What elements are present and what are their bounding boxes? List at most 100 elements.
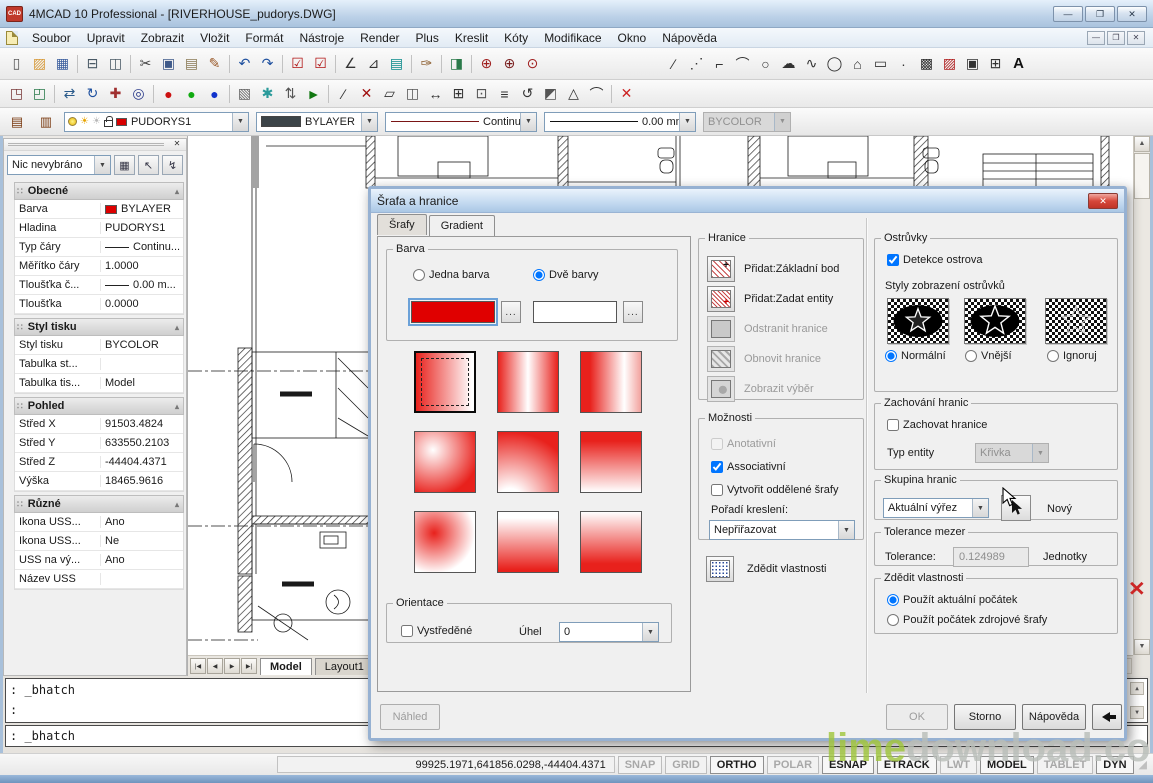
collapse-dialog-button[interactable] [1092, 704, 1122, 730]
prop-typ-cary[interactable]: Typ čáry Continu... [15, 238, 183, 257]
island-style-ignore-button[interactable] [1045, 298, 1107, 344]
boundary-action-button[interactable] [707, 346, 735, 372]
island-style-outer-button[interactable] [964, 298, 1026, 344]
collapse-icon[interactable]: ▴ [175, 187, 179, 196]
save-icon[interactable]: ▦ [51, 53, 74, 75]
palette-grip[interactable]: ✕ [4, 139, 186, 151]
menu-item[interactable]: Zobrazit [133, 29, 192, 47]
prop-barva[interactable]: Barva BYLAYER [15, 200, 183, 219]
scroll-down-icon[interactable]: ▼ [1130, 706, 1144, 719]
boundary-set-dropdown[interactable]: Aktuální výřez ▼ [883, 498, 989, 518]
move-icon[interactable]: ✚ [104, 83, 127, 105]
toggle-dyn[interactable]: DYN [1096, 756, 1133, 774]
angle-dropdown[interactable]: 0 ▼ [559, 622, 659, 642]
lights-icon[interactable]: ✱ [256, 83, 279, 105]
property-value[interactable]: Continu... [101, 241, 183, 253]
toolbar-icon[interactable] [438, 53, 445, 75]
layer-previous-icon[interactable]: ◳ [5, 83, 28, 105]
gradient-icon[interactable]: ▨ [938, 53, 961, 75]
linetype-dropdown[interactable]: Continuous ▼ [385, 112, 537, 132]
property-value[interactable]: BYLAYER [101, 203, 183, 215]
property-value[interactable]: Model [101, 377, 183, 389]
make-object-layer-icon[interactable]: ⇄ [58, 83, 81, 105]
mirror-icon[interactable]: ◫ [401, 83, 424, 105]
color-dropdown[interactable]: BYLAYER ▼ [256, 112, 378, 132]
prop-stred-z[interactable]: Střed Z -44404.4371 [15, 453, 183, 472]
arc-edit-icon[interactable]: ⌒ [585, 83, 608, 105]
prop-vyska[interactable]: Výška 18465.9616 [15, 472, 183, 491]
separate-hatches-checkbox[interactable]: Vytvořit oddělené šrafy [711, 484, 838, 496]
use-source-origin-radio[interactable]: Použít počátek zdrojové šrafy [887, 614, 1047, 626]
print-icon[interactable]: ⊟ [81, 53, 104, 75]
prop-ikona-uss-1[interactable]: Ikona USS... Ano [15, 513, 183, 532]
explode-icon[interactable]: ✕ [355, 83, 378, 105]
dwg-convert-icon[interactable]: ▤ [385, 53, 408, 75]
toggle-model[interactable]: MODEL [980, 756, 1034, 774]
gradient-invcylinder[interactable] [580, 351, 642, 413]
prop-stred-y[interactable]: Střed Y 633550.2103 [15, 434, 183, 453]
document-icon[interactable] [6, 31, 18, 45]
rotate-icon[interactable]: ◎ [127, 83, 150, 105]
collapse-icon[interactable]: ▴ [175, 323, 179, 332]
inherit-properties-button[interactable] [706, 556, 734, 582]
scroll-up-icon[interactable]: ▲ [1134, 136, 1150, 152]
one-color-radio[interactable]: Jedna barva [413, 269, 490, 281]
property-value[interactable]: -44404.4371 [101, 456, 183, 468]
vertical-scroll-thumb[interactable] [1134, 153, 1150, 199]
copy-icon[interactable]: ▣ [157, 53, 180, 75]
inherit-properties[interactable]: Zdědit vlastnosti [706, 556, 826, 582]
property-value[interactable]: Ano [101, 516, 183, 528]
trim-icon[interactable]: ≡ [493, 83, 516, 105]
section-header-obecne[interactable]: ∷ Obecné ▴ [14, 182, 184, 200]
chevron-down-icon[interactable]: ▼ [838, 521, 854, 539]
first-tab-button[interactable]: |◀ [190, 658, 206, 674]
color2-browse-button[interactable]: ... [623, 301, 643, 323]
materials-icon[interactable]: ⇅ [279, 83, 302, 105]
batch-standards-icon[interactable]: ☑ [309, 53, 332, 75]
offset-icon[interactable]: ▱ [378, 83, 401, 105]
command-scrollbar[interactable]: ▲ ▼ [1130, 682, 1144, 719]
toggle-etrack[interactable]: ETRACK [877, 756, 937, 774]
add-pick-point-button[interactable]: Přidat:Základní bod [707, 254, 857, 284]
gradient-invhemispherical[interactable] [497, 511, 559, 573]
prop-stred-x[interactable]: Střed X 91503.4824 [15, 415, 183, 434]
menu-item[interactable]: Plus [407, 29, 446, 47]
section-header-pohled[interactable]: ∷ Pohled ▴ [14, 397, 184, 415]
prop-meritko-cary[interactable]: Měřítko čáry 1.0000 [15, 257, 183, 276]
property-value[interactable]: Ano [101, 554, 183, 566]
menu-item[interactable]: Soubor [24, 29, 79, 47]
boundary-action-button[interactable] [707, 316, 735, 342]
menu-item[interactable]: Nástroje [291, 29, 352, 47]
dialog-title-bar[interactable]: Šrafa a hranice ✕ [371, 189, 1124, 213]
cut-icon[interactable]: ✂ [134, 53, 157, 75]
prop-nazev-uss[interactable]: Název USS [15, 570, 183, 589]
spline-icon[interactable]: ∿ [800, 53, 823, 75]
tab-gradient[interactable]: Gradient [429, 215, 495, 236]
undo-icon[interactable]: ↶ [233, 53, 256, 75]
add-select-entities-button[interactable]: Přidat:Zadat entity [707, 284, 857, 314]
prop-hladina[interactable]: Hladina PUDORYS1 [15, 219, 183, 238]
view-selection-button[interactable]: Zobrazit výběr [707, 374, 857, 404]
mdi-restore-button[interactable]: ❐ [1107, 31, 1125, 45]
restore-button[interactable]: ❐ [1085, 6, 1115, 22]
menu-item[interactable]: Okno [610, 29, 655, 47]
island-normal-radio[interactable]: Normální [885, 350, 946, 362]
circle-icon[interactable]: ○ [754, 53, 777, 75]
tab-layout1[interactable]: Layout1 [315, 658, 374, 675]
draw-order-dropdown[interactable]: Nepřiřazovat ▼ [709, 520, 855, 540]
polygon-icon[interactable]: ⌂ [846, 53, 869, 75]
palette-close-icon[interactable]: ✕ [170, 139, 184, 150]
island-detection-checkbox[interactable]: Detekce ostrova [887, 254, 982, 266]
prev-tab-button[interactable]: ◀ [207, 658, 223, 674]
point-icon[interactable]: · [892, 53, 915, 75]
match-properties-icon[interactable]: ✎ [203, 53, 226, 75]
next-tab-button[interactable]: ▶ [224, 658, 240, 674]
dialog-close-button[interactable]: ✕ [1088, 193, 1118, 209]
new-icon[interactable]: ▯ [5, 53, 28, 75]
recreate-boundary-button[interactable]: Obnovit hranice [707, 344, 857, 374]
green-ball-icon[interactable]: ● [180, 83, 203, 105]
collapse-icon[interactable]: ▴ [175, 402, 179, 411]
gradient-spherical[interactable] [414, 431, 476, 493]
toggle-grid[interactable]: GRID [665, 756, 707, 774]
menu-item[interactable]: Modifikace [536, 29, 609, 47]
